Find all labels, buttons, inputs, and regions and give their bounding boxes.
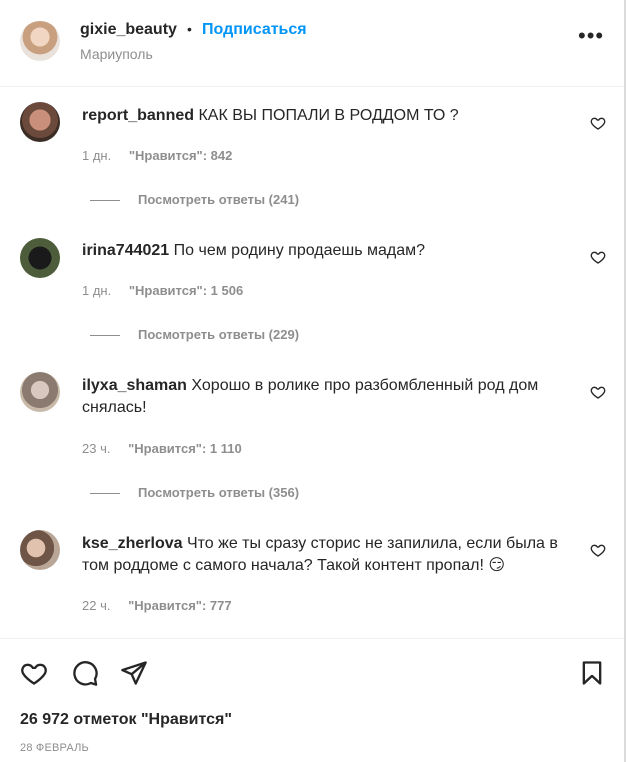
view-replies-button[interactable]: Посмотреть ответы (241) <box>90 192 299 207</box>
bookmark-icon[interactable] <box>578 659 606 687</box>
heart-icon[interactable] <box>590 384 606 400</box>
comment-text: ilyxa_shaman Хорошо в ролике про разбомб… <box>82 375 552 419</box>
heart-icon[interactable] <box>20 659 48 687</box>
comment-icon[interactable] <box>71 659 99 687</box>
heart-icon[interactable] <box>590 115 606 131</box>
likes-count[interactable]: 26 972 отметок "Нравится" <box>20 711 232 729</box>
view-replies-button[interactable]: Посмотреть ответы (229) <box>90 327 299 342</box>
post-location[interactable]: Мариуполь <box>80 46 153 62</box>
comment-meta: 23 ч. "Нравится": 1 110 <box>82 441 242 456</box>
follow-button[interactable]: Подписаться <box>202 21 307 39</box>
commenter-username[interactable]: ilyxa_shaman <box>82 377 187 394</box>
comment-time[interactable]: 1 дн. <box>82 283 111 298</box>
post-header: gixie_beauty • Подписаться Мариуполь ••• <box>0 0 624 87</box>
commenter-avatar[interactable] <box>20 238 60 278</box>
comment-meta: 1 дн. "Нравится": 842 <box>82 148 232 163</box>
heart-icon[interactable] <box>590 542 606 558</box>
commenter-username[interactable]: report_banned <box>82 107 194 124</box>
comment-time[interactable]: 22 ч. <box>82 598 110 613</box>
author-username[interactable]: gixie_beauty <box>80 21 177 39</box>
replies-line <box>90 335 120 337</box>
comment-likes[interactable]: "Нравится": 1 506 <box>129 283 243 298</box>
comment-likes[interactable]: "Нравится": 1 110 <box>128 441 242 456</box>
post-date[interactable]: 28 ФЕВРАЛЬ <box>20 742 89 754</box>
commenter-username[interactable]: kse_zherlova <box>82 535 183 552</box>
comment-meta: 22 ч. "Нравится": 777 <box>82 598 232 613</box>
comment-text: kse_zherlova Что же ты сразу сторис не з… <box>82 533 572 577</box>
comment-text: irina744021 По чем родину продаешь мадам… <box>82 240 582 262</box>
heart-icon[interactable] <box>590 249 606 265</box>
separator-dot: • <box>187 21 192 37</box>
comment-likes[interactable]: "Нравится": 777 <box>128 598 232 613</box>
smirk-emoji: 😏 <box>488 557 506 574</box>
share-icon[interactable] <box>120 659 148 687</box>
view-replies-button[interactable]: Посмотреть ответы (356) <box>90 485 299 500</box>
comment-likes[interactable]: "Нравится": 842 <box>129 148 233 163</box>
comment-body: По чем родину продаешь мадам? <box>173 242 426 259</box>
comment-time[interactable]: 23 ч. <box>82 441 110 456</box>
more-options-button[interactable]: ••• <box>578 25 604 47</box>
comment-body: КАК ВЫ ПОПАЛИ В РОДДОМ ТО ? <box>198 107 459 124</box>
comment-meta: 1 дн. "Нравится": 1 506 <box>82 283 243 298</box>
commenter-avatar[interactable] <box>20 530 60 570</box>
comment-time[interactable]: 1 дн. <box>82 148 111 163</box>
author-avatar[interactable] <box>20 21 60 61</box>
commenter-username[interactable]: irina744021 <box>82 242 169 259</box>
replies-line <box>90 200 120 202</box>
comment-text: report_banned КАК ВЫ ПОПАЛИ В РОДДОМ ТО … <box>82 105 582 127</box>
actions-divider <box>0 638 624 639</box>
commenter-avatar[interactable] <box>20 372 60 412</box>
view-replies-label: Посмотреть ответы (356) <box>138 485 300 500</box>
view-replies-label: Посмотреть ответы (229) <box>138 327 300 342</box>
replies-line <box>90 493 120 495</box>
commenter-avatar[interactable] <box>20 102 60 142</box>
view-replies-label: Посмотреть ответы (241) <box>138 192 300 207</box>
